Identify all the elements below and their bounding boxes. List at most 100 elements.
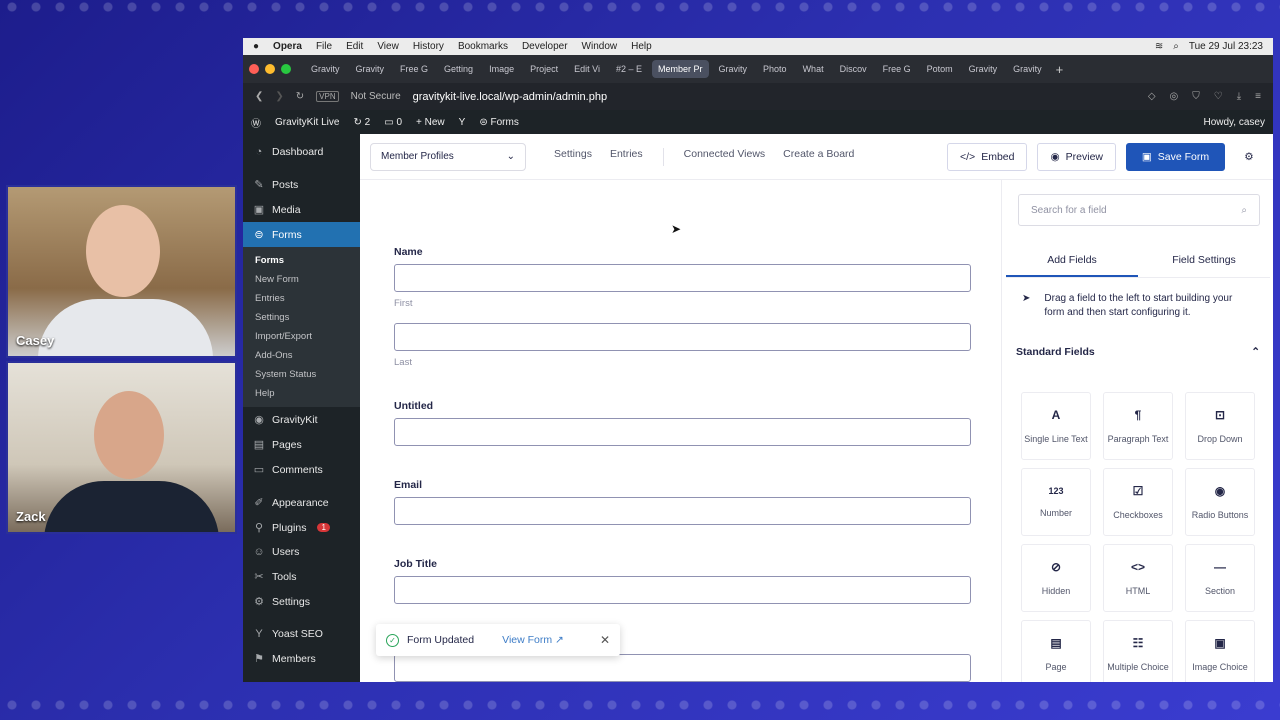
close-icon[interactable]: ✕ xyxy=(600,633,610,647)
sidebar-item-forms[interactable]: ⊜ Forms xyxy=(243,222,360,247)
menu-file[interactable]: File xyxy=(316,41,332,52)
shield-icon[interactable]: ⛉ xyxy=(1192,91,1200,102)
form-switcher[interactable]: Member Profiles ⌄ xyxy=(370,142,526,171)
browser-tab[interactable]: Free G xyxy=(394,60,434,78)
submenu-import-export[interactable]: Import/Export xyxy=(243,327,360,346)
submenu-forms[interactable]: Forms xyxy=(243,251,360,270)
browser-tab[interactable]: Edit Vi xyxy=(568,60,606,78)
zoom-window-button[interactable] xyxy=(281,64,291,74)
comments-link[interactable]: ▭ 0 xyxy=(384,117,402,128)
yoast-icon[interactable]: Y xyxy=(459,117,466,128)
sidebar-item-tools[interactable]: ✂ Tools xyxy=(243,564,360,589)
first-name-input[interactable] xyxy=(394,264,971,292)
sidebar-item-members[interactable]: ⚑ Members xyxy=(243,646,360,671)
url-input[interactable]: gravitykit-live.local/wp-admin/admin.php xyxy=(413,91,607,103)
field-type-drop-down[interactable]: ⊡ Drop Down xyxy=(1185,392,1255,460)
field-type-section[interactable]: — Section xyxy=(1185,544,1255,612)
browser-tab[interactable]: Gravity xyxy=(713,60,754,78)
browser-tab[interactable]: Image xyxy=(483,60,520,78)
sidebar-item-gravitykit[interactable]: ◉ GravityKit xyxy=(243,407,360,432)
wifi-icon[interactable]: ≋ xyxy=(1155,41,1163,52)
sidebar-item-plugins[interactable]: ⚲ Plugins 1 xyxy=(243,515,360,540)
sidebar-item-yoast[interactable]: Y Yoast SEO xyxy=(243,622,360,646)
menu-history[interactable]: History xyxy=(413,41,444,52)
menu-view[interactable]: View xyxy=(377,41,399,52)
save-form-button[interactable]: ▣ Save Form xyxy=(1126,142,1225,171)
browser-tab[interactable]: Gravity xyxy=(350,60,391,78)
sidebar-item-settings[interactable]: ⚙ Settings xyxy=(243,589,360,614)
minimize-window-button[interactable] xyxy=(265,64,275,74)
create-board-link[interactable]: Create a Board xyxy=(783,148,854,166)
tab-field-settings[interactable]: Field Settings xyxy=(1138,244,1270,277)
sidebar-item-posts[interactable]: ✎ Posts xyxy=(243,172,360,197)
untitled-input[interactable] xyxy=(394,418,971,446)
site-name-link[interactable]: GravityKit Live xyxy=(275,117,339,128)
field-type-multiple-choice[interactable]: ☷ Multiple Choice xyxy=(1103,620,1173,682)
menu-bookmarks[interactable]: Bookmarks xyxy=(458,41,508,52)
browser-tab[interactable]: What xyxy=(797,60,830,78)
field-type-number[interactable]: 123 Number xyxy=(1021,468,1091,536)
field-type-page[interactable]: ▤ Page xyxy=(1021,620,1091,682)
updates-link[interactable]: ↻ 2 xyxy=(353,117,370,128)
back-icon[interactable]: ❮ xyxy=(255,91,263,102)
app-menu[interactable]: Opera xyxy=(273,41,302,52)
sidebar-item-media[interactable]: ▣ Media xyxy=(243,197,360,222)
field-type-hidden[interactable]: ⊘ Hidden xyxy=(1021,544,1091,612)
menu-icon[interactable]: ≡ xyxy=(1255,91,1261,102)
field-search-input[interactable]: Search for a field ⌕ xyxy=(1018,194,1260,226)
field-email[interactable]: Email xyxy=(394,479,971,525)
tab-add-fields[interactable]: Add Fields xyxy=(1006,244,1138,277)
connected-views-link[interactable]: Connected Views xyxy=(684,148,766,166)
embed-button[interactable]: </> Embed xyxy=(947,142,1028,171)
field-partial[interactable] xyxy=(394,654,971,682)
menu-edit[interactable]: Edit xyxy=(346,41,363,52)
submenu-entries[interactable]: Entries xyxy=(243,289,360,308)
forward-icon[interactable]: ❯ xyxy=(275,91,283,102)
partial-input[interactable] xyxy=(394,654,971,682)
settings-link[interactable]: Settings xyxy=(554,148,592,166)
browser-tab-active[interactable]: Member Pr xyxy=(652,60,709,78)
submenu-add-ons[interactable]: Add-Ons xyxy=(243,346,360,365)
job-title-input[interactable] xyxy=(394,576,971,604)
browser-tab[interactable]: Potom xyxy=(921,60,959,78)
field-type-paragraph-text[interactable]: ¶ Paragraph Text xyxy=(1103,392,1173,460)
sidebar-item-dashboard[interactable]: ◔ Dashboard xyxy=(243,140,360,164)
browser-tab[interactable]: Gravity xyxy=(1007,60,1048,78)
browser-tab[interactable]: Free G xyxy=(877,60,917,78)
forms-adminbar-link[interactable]: ⊜ Forms xyxy=(479,117,519,128)
wordpress-logo-icon[interactable]: Ⓦ xyxy=(251,115,261,130)
browser-tab[interactable]: Discov xyxy=(834,60,873,78)
menu-window[interactable]: Window xyxy=(582,41,618,52)
sidebar-item-appearance[interactable]: ✐ Appearance xyxy=(243,490,360,515)
submenu-new-form[interactable]: New Form xyxy=(243,270,360,289)
menu-help[interactable]: Help xyxy=(631,41,652,52)
view-form-link[interactable]: View Form ↗ xyxy=(502,634,564,646)
heart-icon[interactable]: ♡ xyxy=(1214,91,1223,102)
field-job-title[interactable]: Job Title xyxy=(394,558,971,604)
security-indicator[interactable]: Not Secure xyxy=(351,91,401,102)
field-type-radio-buttons[interactable]: ◉ Radio Buttons xyxy=(1185,468,1255,536)
entries-link[interactable]: Entries xyxy=(610,148,643,166)
camera-icon[interactable]: ◎ xyxy=(1170,91,1179,102)
email-input[interactable] xyxy=(394,497,971,525)
field-type-single-line-text[interactable]: A Single Line Text xyxy=(1021,392,1091,460)
menubar-clock[interactable]: Tue 29 Jul 23:23 xyxy=(1189,41,1263,52)
browser-tab[interactable]: Gravity xyxy=(305,60,346,78)
field-type-html[interactable]: <> HTML xyxy=(1103,544,1173,612)
standard-fields-header[interactable]: Standard Fields ⌃ xyxy=(1016,346,1260,358)
browser-tab[interactable]: Project xyxy=(524,60,564,78)
field-name[interactable]: Name First Last xyxy=(394,246,971,382)
new-tab-icon[interactable]: + xyxy=(1056,62,1064,77)
close-window-button[interactable] xyxy=(249,64,259,74)
sidebar-item-pages[interactable]: ▤ Pages xyxy=(243,432,360,457)
new-content-link[interactable]: + New xyxy=(416,117,445,128)
submenu-help[interactable]: Help xyxy=(243,384,360,403)
apple-icon[interactable]: ● xyxy=(253,41,259,52)
field-type-checkboxes[interactable]: ☑ Checkboxes xyxy=(1103,468,1173,536)
submenu-system-status[interactable]: System Status xyxy=(243,365,360,384)
search-icon[interactable]: ⌕ xyxy=(1173,41,1179,52)
sidebar-item-users[interactable]: ☺ Users xyxy=(243,540,360,564)
extension-icon[interactable]: ◇ xyxy=(1148,91,1156,102)
vpn-badge[interactable]: VPN xyxy=(316,91,339,102)
reload-icon[interactable]: ↻ xyxy=(296,91,304,102)
